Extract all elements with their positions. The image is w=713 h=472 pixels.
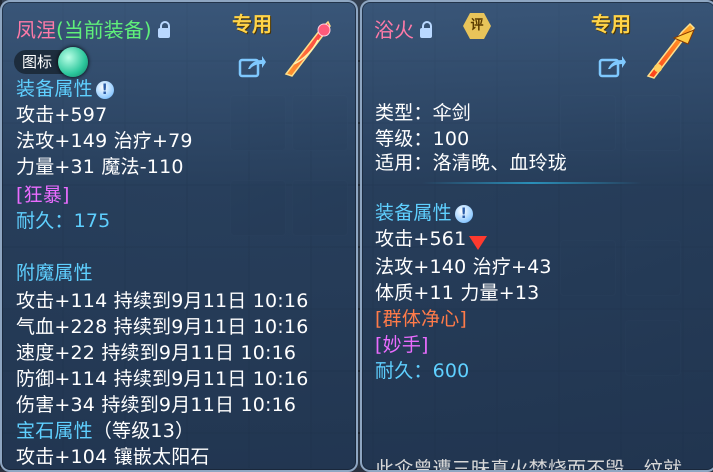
item-tooltip-current: 凤涅(当前装备) 专用 图标 装备属性! 攻击+597 法攻+149 治疗+79…	[0, 0, 358, 472]
durability-label: 耐久：	[375, 360, 433, 382]
enchant-line: 气血+228 持续到9月11日 10:16	[16, 316, 309, 338]
equipped-label: (当前装备)	[56, 18, 152, 42]
weapon-icon	[646, 22, 696, 79]
info-icon[interactable]: !	[95, 80, 114, 99]
stat-attack-line: 攻击+561	[375, 224, 488, 251]
special-label: 专用	[232, 12, 272, 36]
special-skill: [群体净心]	[375, 308, 468, 330]
special-label: 专用	[591, 12, 631, 36]
item-name: 凤涅	[16, 18, 56, 42]
share-icon[interactable]	[598, 54, 626, 78]
stat-line: 法攻+149 治疗+79	[16, 130, 193, 152]
enchant-line: 攻击+114 持续到9月11日 10:16	[16, 290, 309, 312]
stat-line: 力量+31 魔法-110	[16, 156, 184, 178]
item-title: 凤涅(当前装备)	[16, 14, 170, 43]
gem-header-line: 宝石属性（等级13）	[16, 416, 194, 443]
item-description: 此伞曾遭三昧真火焚烧而不毁，纹就	[375, 458, 683, 472]
item-title: 浴火	[374, 14, 432, 43]
special-effect: [妙手]	[375, 334, 429, 356]
lock-icon	[157, 20, 170, 38]
item-name: 浴火	[374, 18, 414, 42]
durability: 耐久：175	[16, 210, 111, 232]
stat-attack: 攻击+561	[375, 228, 467, 250]
down-arrow-icon	[469, 235, 488, 250]
enchant-line: 防御+114 持续到9月11日 10:16	[16, 368, 309, 390]
stat-line: 攻击+597	[16, 104, 108, 126]
equip-attr-header: 装备属性!	[16, 74, 114, 101]
gem-stat: 攻击+104 镶嵌太阳石	[16, 446, 210, 468]
item-level: 等级：100	[375, 128, 470, 150]
enchant-line: 速度+22 持续到9月11日 10:16	[16, 342, 297, 364]
stat-line: 体质+11 力量+13	[375, 282, 540, 304]
durability-line: 耐久：600	[375, 356, 469, 383]
item-type: 类型：伞剑	[375, 102, 472, 124]
enchant-line: 伤害+34 持续到9月11日 10:16	[16, 394, 297, 416]
special-effect: [狂暴]	[16, 184, 70, 206]
toggle-icon[interactable]	[58, 47, 88, 77]
item-applicable: 适用：洛清晚、血玲珑	[375, 152, 568, 174]
weapon-icon	[284, 20, 331, 77]
equip-attr-header-label: 装备属性	[375, 202, 452, 224]
stat-line: 法攻+140 治疗+43	[375, 256, 552, 278]
lock-icon	[420, 20, 432, 38]
equip-attr-header-label: 装备属性	[16, 78, 93, 100]
item-tooltip-compare: 浴火 评 专用 类型：伞剑 等级：100 适用：洛清晚、血玲珑 装备属性! 攻击…	[360, 0, 713, 472]
equip-attr-header: 装备属性!	[375, 198, 473, 225]
durability-value: 600	[432, 360, 470, 382]
enchant-header: 附魔属性	[16, 262, 93, 284]
info-icon[interactable]: !	[454, 204, 473, 223]
gem-header: 宝石属性	[16, 420, 93, 442]
eval-badge-icon[interactable]: 评	[463, 13, 491, 39]
divider	[422, 182, 642, 184]
share-icon[interactable]	[238, 54, 266, 78]
gem-level: （等级13）	[92, 420, 195, 442]
